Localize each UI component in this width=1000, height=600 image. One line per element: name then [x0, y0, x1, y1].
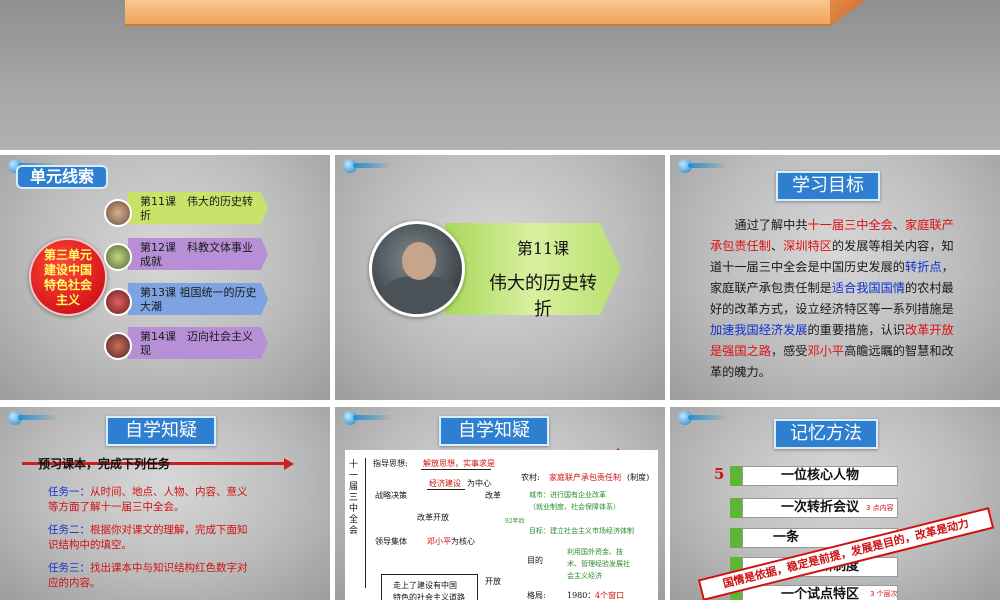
guide-value: 解放思想，实事求是 [423, 459, 495, 468]
windows-value: 4个窗口 [595, 591, 625, 600]
slide-memory-method[interactable]: 记忆方法 5 个 一位核心人物 一次转折会议 3 点内容 一条 一项创新制度 一… [670, 407, 1000, 600]
goal-text-segment: 十一届三中全会 [807, 218, 893, 232]
leader-suffix: 为核心 [451, 537, 475, 546]
goal-text-segment: 、 [892, 218, 906, 232]
lesson-photo-icon [104, 199, 132, 227]
task-label: 任务三： [48, 562, 90, 574]
year1980-label: 1980： [567, 591, 596, 600]
lesson-title: 伟大的历史转折 [489, 273, 597, 320]
memory-note: 3 点内容 [866, 504, 894, 512]
task-label: 任务一： [48, 486, 90, 498]
memory-item: 一位核心人物 [742, 466, 898, 486]
purpose-value: 利用国外资金、技 术、管理经验发展社 会主义经济 [567, 546, 630, 582]
lesson-bar-13[interactable]: 第13课 祖国统一的历史 大潮 [128, 283, 268, 315]
portrait-photo [369, 221, 465, 317]
lesson-bar-12[interactable]: 第12课 科教文体事业 成就 [128, 238, 268, 270]
self-study-title: 自学知疑 [106, 416, 216, 446]
task-item: 任务二：根据你对课文的理解，完成下面知识结构中的填空。 [48, 523, 248, 553]
bottom-box-line: 走上了建设有中国 [393, 581, 457, 590]
slide-self-study-tasks[interactable]: 自学知疑 预习课本，完成下列任务 任务一：从时间、地点、人物、内容、意义等方面了… [0, 407, 330, 600]
year92-text: 92年后 [505, 518, 525, 525]
purpose-label: 目的 [527, 556, 543, 565]
rural-label: 农村: [521, 473, 540, 482]
task-label: 任务二： [48, 524, 90, 536]
goal-text-segment: 加速我国经济发展 [710, 323, 808, 337]
unit-clue-tag: 单元线索 [16, 165, 108, 189]
previous-slide-area [0, 0, 1000, 150]
strategy-label: 战略决策 [375, 491, 407, 500]
lesson-text: 代化 [140, 358, 162, 371]
lesson-text: 折 [140, 209, 151, 222]
city-text: 城市：进行国有企业改革 [529, 491, 606, 499]
logo-icon [343, 411, 395, 425]
task-item: 任务三：找出课本中与知识结构红色数字对应的内容。 [48, 561, 248, 591]
guide-label: 指导思想: [373, 459, 408, 468]
goal-text-segment: 深圳特区 [783, 239, 832, 253]
goals-title: 学习目标 [776, 171, 880, 201]
lesson-text: 成就 [140, 255, 162, 268]
purpose-line: 利用国外资金、技 [567, 548, 623, 556]
reform-label: 改革 [485, 491, 501, 500]
lesson-photo-icon [104, 332, 132, 360]
lesson-text: 第12课 科教文体事业 [140, 241, 253, 254]
goal-text-segment: 适合我国国情 [831, 281, 905, 295]
vertical-meeting-label: 十一届三中全会 [349, 460, 359, 536]
memory-note: 3 个层次 [870, 590, 898, 598]
lesson-number: 第11课 [516, 239, 570, 258]
slide-learning-goals[interactable]: 学习目标 通过了解中共十一届三中全会、家庭联产承包责任制、深圳特区的发展等相关内… [670, 155, 1000, 400]
top-banner-corner [830, 0, 866, 26]
structure-title: 自学知疑 [439, 416, 549, 446]
task-item: 任务一：从时间、地点、人物、内容、意义等方面了解十一届三中全会。 [48, 485, 248, 515]
unit-circle-line: 第三单元 [43, 248, 92, 262]
leader-label: 领导集体 [375, 537, 407, 546]
unit-circle-line: 建设中国 [43, 263, 92, 277]
lesson-photo-icon [104, 288, 132, 316]
bottom-box-line: 特色的社会主义道路 [393, 593, 465, 600]
pattern-label: 格局: [527, 591, 546, 600]
reform-open-label: 改革开放 [417, 513, 449, 522]
logo-icon [678, 159, 730, 173]
lesson-text: 第14课 迈向社会主义现 [140, 330, 253, 357]
lesson-text: 第11课 伟大的历史转 [140, 195, 253, 208]
goal-text-segment: ，感受 [770, 344, 808, 358]
task-heading: 预习课本，完成下列任务 [38, 457, 171, 471]
lesson-bar-11[interactable]: 第11课 伟大的历史转 折 [128, 192, 268, 224]
top-banner [125, 0, 830, 26]
unit-circle: 第三单元 建设中国 特色社会 主义 [29, 238, 107, 316]
goal-text: 目标：建立社会主义市场经济体制 [529, 527, 634, 535]
leader-value: 邓小平 [427, 537, 451, 546]
lesson-text: 第13课 祖国统一的历史 [140, 286, 257, 299]
structure-diagram: 十一届三中全会 指导思想: 解放思想，实事求是 战略决策 经济建设 为中心 改革… [345, 450, 658, 600]
purpose-line: 术、管理经验发展社 [567, 560, 630, 568]
logo-icon [343, 159, 395, 173]
lesson-bar-14[interactable]: 第14课 迈向社会主义现 代化 [128, 327, 268, 359]
bottom-box-text: 走上了建设有中国 特色的社会主义道路 [393, 580, 465, 600]
logo-icon [678, 411, 730, 425]
strategy-suffix: 为中心 [467, 479, 491, 488]
goal-text-segment: 的重要措施，认识 [807, 323, 906, 337]
slide-lesson-title[interactable]: 第11课 伟大的历史转折 [335, 155, 665, 400]
goal-text-segment: 转折点 [905, 260, 942, 274]
rural-suffix: (制度) [627, 473, 650, 482]
lesson-photo-icon [104, 243, 132, 271]
goal-text-segment: 、 [770, 239, 784, 253]
open-label: 开放 [485, 577, 501, 586]
lesson-title-text: 第11课 伟大的历史转折 [483, 235, 603, 321]
goals-paragraph: 通过了解中共十一届三中全会、家庭联产承包责任制、深圳特区的发展等相关内容，知道十… [710, 215, 962, 383]
rural-value: 家庭联产承包责任制 [549, 473, 621, 482]
slide-knowledge-structure[interactable]: 自学知疑 十一届三中全会 指导思想: 解放思想，实事求是 战略决策 经济建设 为… [335, 407, 665, 600]
unit-circle-line: 主义 [55, 293, 80, 307]
slide-unit-clue[interactable]: 单元线索 第三单元 建设中国 特色社会 主义 第11课 伟大的历史转 折 第12… [0, 155, 330, 400]
goal-text-segment: 通过了解中共 [734, 218, 808, 232]
memory-title: 记忆方法 [774, 419, 878, 449]
strategy-value: 经济建设 [429, 479, 461, 488]
logo-icon [8, 411, 60, 425]
goal-text-segment: 邓小平 [807, 344, 845, 358]
purpose-line: 会主义经济 [567, 572, 602, 580]
lesson-text: 大潮 [140, 300, 162, 313]
unit-circle-line: 特色社会 [43, 278, 92, 292]
city-sub-text: （就业制度、社会保障体系） [529, 503, 620, 511]
